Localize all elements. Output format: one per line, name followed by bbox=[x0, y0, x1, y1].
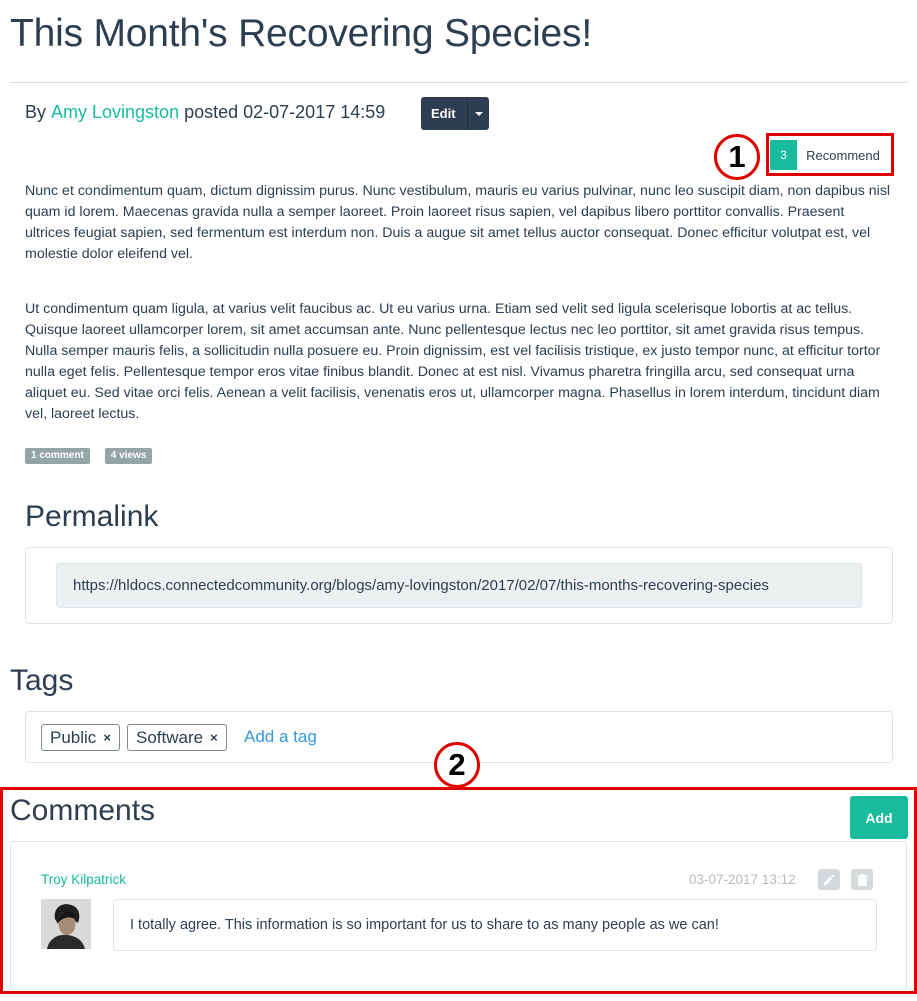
post-stats: 1 comment 4 views bbox=[25, 448, 153, 464]
comment-date: 03-07-2017 13:12 bbox=[689, 872, 796, 887]
tag-label: Public bbox=[50, 727, 97, 747]
permalink-heading: Permalink bbox=[25, 500, 159, 533]
annotation-callout-2: 2 bbox=[434, 742, 480, 788]
trash-icon bbox=[856, 873, 868, 886]
recommend-button[interactable]: Recommend bbox=[797, 140, 889, 170]
close-icon[interactable]: × bbox=[210, 730, 218, 745]
pencil-icon bbox=[824, 874, 835, 885]
comment-text: I totally agree. This information is so … bbox=[113, 899, 877, 951]
avatar bbox=[41, 899, 91, 949]
caret-down-icon bbox=[475, 111, 483, 116]
by-label: By bbox=[25, 102, 47, 122]
annotation-callout-1: 1 bbox=[714, 134, 760, 180]
post-paragraph-2: Ut condimentum quam ligula, at varius ve… bbox=[25, 301, 881, 422]
page-title: This Month's Recovering Species! bbox=[10, 12, 592, 55]
recommend-count: 3 bbox=[770, 140, 797, 170]
button-divider bbox=[467, 97, 468, 130]
comment-author-link[interactable]: Troy Kilpatrick bbox=[41, 872, 126, 887]
close-icon[interactable]: × bbox=[103, 730, 111, 745]
author-link[interactable]: Amy Lovingston bbox=[51, 102, 179, 123]
permalink-field[interactable]: https://hldocs.connectedcommunity.org/bl… bbox=[56, 563, 862, 608]
post-paragraph-1: Nunc et condimentum quam, dictum digniss… bbox=[25, 183, 891, 262]
tags-heading: Tags bbox=[10, 664, 74, 697]
tag-label: Software bbox=[136, 727, 204, 747]
tag-public: Public × bbox=[41, 724, 120, 751]
comment-count-badge: 1 comment bbox=[25, 448, 90, 464]
edit-button-label: Edit bbox=[431, 106, 456, 121]
add-tag-input[interactable]: Add a tag bbox=[244, 727, 317, 747]
tag-software: Software × bbox=[127, 724, 227, 751]
post-byline: By Amy Lovingston posted 02-07-2017 14:5… bbox=[25, 102, 385, 123]
title-divider bbox=[10, 82, 907, 83]
edit-dropdown-button[interactable]: Edit bbox=[421, 97, 489, 130]
view-count-badge: 4 views bbox=[104, 448, 153, 464]
posted-date: posted 02-07-2017 14:59 bbox=[184, 102, 386, 122]
add-comment-button[interactable]: Add bbox=[850, 796, 908, 839]
comments-heading: Comments bbox=[10, 794, 156, 827]
edit-comment-button[interactable] bbox=[818, 869, 840, 890]
delete-comment-button[interactable] bbox=[851, 869, 873, 890]
